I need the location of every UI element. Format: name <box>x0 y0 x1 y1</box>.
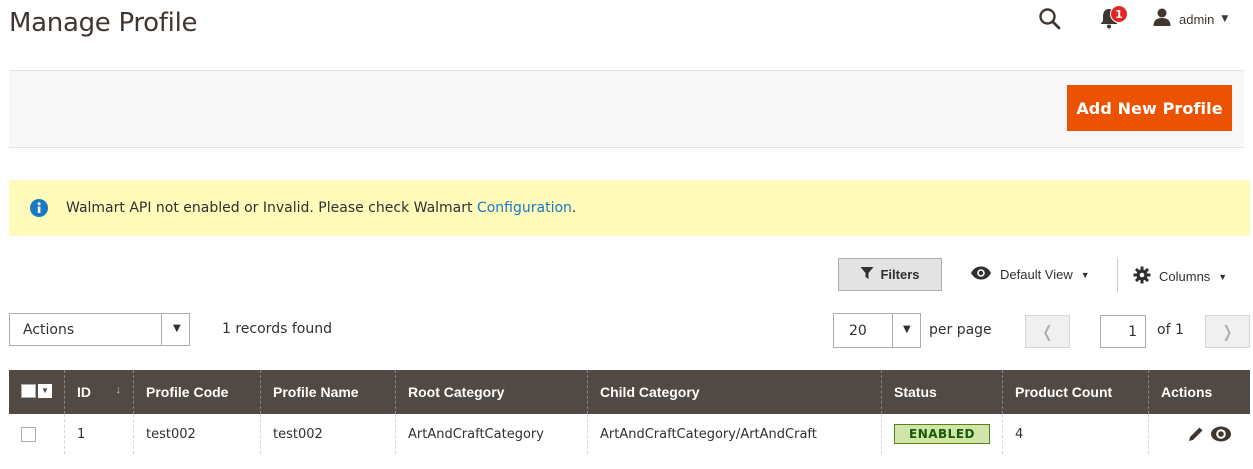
profile-grid: ▼ ID ↓ Profile Code Profile Name Root Cat… <box>9 370 1250 454</box>
notification-count-badge[interactable]: 1 <box>1110 5 1128 23</box>
cell-root-category: ArtAndCraftCategory <box>395 414 588 454</box>
column-header-child-category[interactable]: Child Category <box>587 370 882 414</box>
add-new-profile-button[interactable]: Add New Profile <box>1067 85 1232 131</box>
per-page-value: 20 <box>849 323 867 339</box>
mass-select-dropdown[interactable]: ▼ <box>21 383 52 398</box>
cell-profile-name: test002 <box>260 414 396 454</box>
cell-id: 1 <box>64 414 134 454</box>
cell-product-count: 4 <box>1001 414 1149 454</box>
records-count: 1 records found <box>222 321 332 337</box>
page-actions-bar <box>9 70 1244 148</box>
grid-header-row: ▼ ID ↓ Profile Code Profile Name Root Cat… <box>9 370 1250 414</box>
filters-button[interactable]: Filters <box>838 258 942 291</box>
select-separator <box>161 314 162 345</box>
chevron-down-icon: ▼ <box>903 324 911 335</box>
eye-icon[interactable] <box>1210 425 1232 443</box>
gear-icon <box>1133 266 1151 287</box>
per-page-label: per page <box>929 322 992 338</box>
previous-page-button[interactable]: ❬ <box>1025 315 1070 348</box>
select-separator <box>892 314 893 347</box>
configuration-link[interactable]: Configuration <box>477 200 572 216</box>
page-title: Manage Profile <box>9 8 198 38</box>
table-row: 1 test002 test002 ArtAndCraftCategory Ar… <box>9 414 1250 454</box>
row-select-cell <box>9 414 65 454</box>
chevron-left-icon: ❬ <box>1040 322 1055 341</box>
eye-icon <box>970 266 992 283</box>
status-badge: ENABLED <box>894 424 990 444</box>
per-page-select[interactable]: 20 ▼ <box>833 313 921 348</box>
mass-actions-select[interactable]: Actions ▼ <box>9 313 190 346</box>
filter-icon <box>860 266 874 283</box>
view-label: Default View <box>1000 267 1073 282</box>
columns-switcher[interactable]: Columns ▼ <box>1133 266 1227 287</box>
chevron-down-icon: ▼ <box>173 323 181 334</box>
cell-status: ENABLED <box>881 414 1003 454</box>
divider <box>1117 258 1118 292</box>
column-header-root-category[interactable]: Root Category <box>395 370 588 414</box>
chevron-down-icon: ▼ <box>38 383 52 398</box>
warning-message: Walmart API not enabled or Invalid. Plea… <box>9 180 1250 236</box>
message-text: Walmart API not enabled or Invalid. Plea… <box>66 200 477 216</box>
mass-actions-label: Actions <box>23 322 75 338</box>
cell-profile-code: test002 <box>133 414 261 454</box>
row-checkbox[interactable] <box>21 426 36 442</box>
user-menu[interactable]: admin ▼ <box>1152 8 1228 30</box>
column-header-product-count[interactable]: Product Count <box>1001 370 1149 414</box>
cell-actions <box>1147 414 1250 454</box>
next-page-button[interactable]: ❭ <box>1205 315 1250 348</box>
column-header-id[interactable]: ID ↓ <box>64 370 134 414</box>
mass-select-checkbox[interactable] <box>21 383 36 398</box>
columns-label: Columns <box>1159 269 1211 284</box>
username: admin <box>1179 11 1215 27</box>
column-header-profile-name[interactable]: Profile Name <box>260 370 396 414</box>
column-header-status[interactable]: Status <box>881 370 1003 414</box>
chevron-down-icon: ▼ <box>1080 269 1090 280</box>
column-header-profile-code[interactable]: Profile Code <box>133 370 261 414</box>
filters-label: Filters <box>880 267 920 282</box>
message-trailing: . <box>571 200 577 216</box>
view-switcher[interactable]: Default View ▼ <box>970 266 1090 283</box>
cell-child-category: ArtAndCraftCategory/ArtAndCraft <box>587 414 882 454</box>
chevron-down-icon: ▼ <box>1221 14 1229 24</box>
column-label: ID <box>77 384 91 400</box>
search-icon[interactable] <box>1037 6 1063 32</box>
grid-controls: Filters Default View ▼ Columns ▼ <box>0 258 1253 292</box>
pencil-icon[interactable] <box>1187 425 1205 443</box>
page-total: of 1 <box>1157 322 1184 338</box>
mass-select-header[interactable]: ▼ <box>9 370 65 414</box>
column-header-actions: Actions <box>1147 370 1250 414</box>
chevron-right-icon: ❭ <box>1220 322 1235 341</box>
page-number-input[interactable] <box>1100 315 1146 348</box>
chevron-down-icon: ▼ <box>1218 271 1228 282</box>
info-icon <box>29 198 49 218</box>
sort-arrow-icon: ↓ <box>115 384 122 396</box>
user-icon <box>1152 7 1172 31</box>
